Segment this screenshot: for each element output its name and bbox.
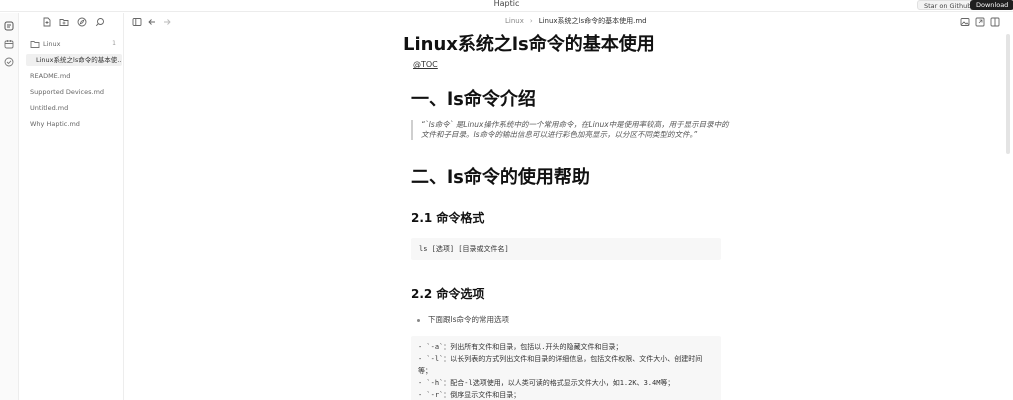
scrollbar-thumb[interactable] bbox=[1006, 34, 1010, 154]
breadcrumb: Linux › Linux系统之ls命令的基本使用.md bbox=[505, 16, 647, 26]
file-item[interactable]: README.md bbox=[24, 70, 122, 82]
heading-section-1: 一、ls命令介绍 bbox=[411, 89, 536, 110]
notes-icon[interactable] bbox=[4, 21, 14, 31]
breadcrumb-file: Linux系统之ls命令的基本使用.md bbox=[538, 17, 647, 25]
search-icon[interactable] bbox=[95, 17, 105, 27]
code-line: 等； bbox=[418, 367, 432, 375]
activity-bar bbox=[0, 13, 19, 400]
blockquote: “`ls命令` 是Linux操作系统中的一个常用命令，在Linux中是使用率较高… bbox=[411, 120, 731, 140]
app-title: Haptic bbox=[493, 0, 520, 8]
file-label: Linux系统之ls命令的基本使... bbox=[36, 56, 122, 64]
new-file-icon[interactable] bbox=[42, 17, 52, 27]
heading-section-2: 二、ls命令的使用帮助 bbox=[411, 167, 590, 188]
file-item-active[interactable]: Linux系统之ls命令的基本使... bbox=[26, 54, 122, 66]
list-item: 下面跟ls命令的常用选项 bbox=[417, 314, 509, 325]
file-item[interactable]: Why Haptic.md bbox=[24, 118, 122, 130]
file-label: README.md bbox=[30, 72, 71, 80]
toggle-sidebar-icon[interactable] bbox=[132, 17, 142, 27]
heading-command-format: 2.1 命令格式 bbox=[411, 211, 485, 225]
file-sidebar: Linux 1 Linux系统之ls命令的基本使... README.md Su… bbox=[20, 13, 124, 400]
editor-toolbar: Linux › Linux系统之ls命令的基本使用.md bbox=[125, 13, 1013, 31]
toc-link[interactable]: @TOC bbox=[413, 60, 438, 69]
file-item[interactable]: Supported Devices.md bbox=[24, 86, 122, 98]
download-button[interactable]: Download bbox=[970, 0, 1013, 10]
forward-arrow-icon[interactable] bbox=[162, 17, 172, 27]
list-item-text: 下面跟ls命令的常用选项 bbox=[428, 315, 509, 324]
breadcrumb-separator: › bbox=[529, 17, 533, 25]
file-label: Supported Devices.md bbox=[30, 88, 105, 96]
code-line: - `-a`：列出所有文件和目录，包括以.开头的隐藏文件和目录； bbox=[418, 343, 623, 351]
heading-command-options: 2.2 命令选项 bbox=[411, 287, 485, 301]
code-line: - `-r`：倒序显示文件和目录； bbox=[418, 391, 521, 399]
back-arrow-icon[interactable] bbox=[147, 17, 157, 27]
document-title: Linux系统之ls命令的基本使用 bbox=[403, 34, 655, 55]
folder-linux[interactable]: Linux 1 bbox=[24, 38, 122, 50]
calendar-icon[interactable] bbox=[4, 39, 14, 49]
scrollbar[interactable] bbox=[1006, 32, 1011, 400]
code-block-options: - `-a`：列出所有文件和目录，包括以.开头的隐藏文件和目录； - `-l`：… bbox=[411, 336, 721, 400]
folder-label: Linux bbox=[43, 40, 61, 48]
breadcrumb-folder[interactable]: Linux bbox=[505, 17, 524, 25]
title-bar: Haptic Star on Github Download bbox=[0, 0, 1013, 12]
folder-icon bbox=[30, 39, 40, 49]
code-block-format: ls [选项] [目录或文件名] bbox=[411, 238, 721, 260]
new-folder-icon[interactable] bbox=[59, 17, 69, 27]
file-item[interactable]: Untitled.md bbox=[24, 102, 122, 114]
folder-file-count: 1 bbox=[112, 40, 116, 47]
file-label: Untitled.md bbox=[30, 104, 69, 112]
file-label: Why Haptic.md bbox=[30, 120, 80, 128]
compass-icon[interactable] bbox=[77, 17, 87, 27]
image-icon[interactable] bbox=[960, 17, 970, 27]
code-line: - `-l`：以长列表的方式列出文件和目录的详细信息，包括文件权限、文件大小、创… bbox=[418, 355, 703, 363]
check-circle-icon[interactable] bbox=[4, 57, 14, 67]
bullet-dot bbox=[417, 318, 420, 322]
split-view-icon[interactable] bbox=[990, 17, 1000, 27]
export-icon[interactable] bbox=[975, 17, 985, 27]
code-line: - `-h`：配合-l选项使用，以人类可读的格式显示文件大小，如1.2K、3.4… bbox=[418, 379, 675, 387]
